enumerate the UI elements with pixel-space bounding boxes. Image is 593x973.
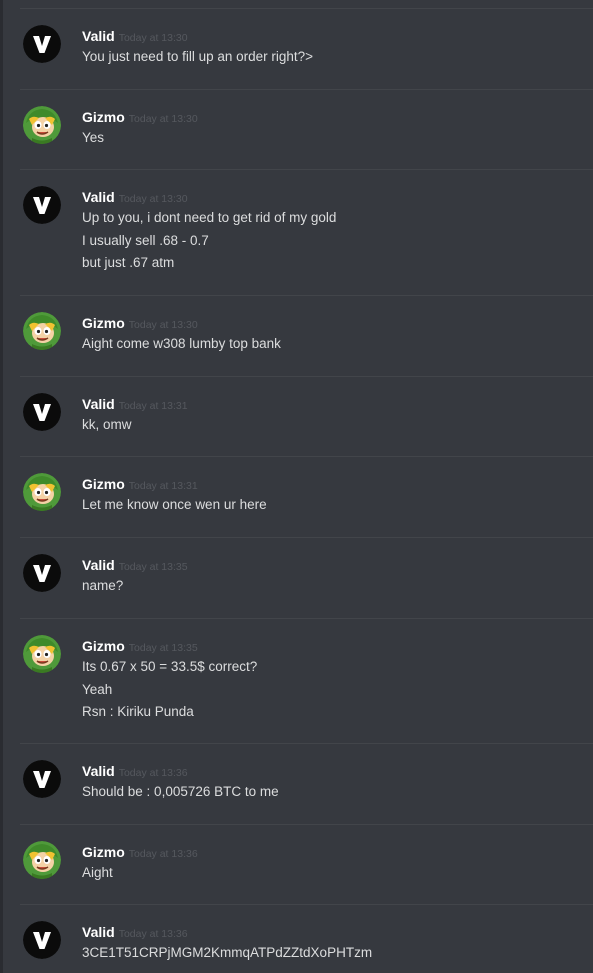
timestamp: Today at 13:36 [118,928,188,940]
message-header: Gizmo Today at 13:30 [82,109,198,127]
timestamp: Today at 13:30 [128,319,198,331]
message-text: Its 0.67 x 50 = 33.5$ correct? [82,659,258,674]
author-name[interactable]: Valid [82,557,115,573]
gizmo-avatar[interactable] [23,312,61,350]
cartoon-elf-icon [23,312,61,350]
message-divider [20,743,593,744]
v-logo-icon [23,921,61,959]
message-text: Up to you, i dont need to get rid of my … [82,210,337,225]
message-text: Aight come w308 lumby top bank [82,336,281,351]
author-name[interactable]: Valid [82,396,115,412]
timestamp: Today at 13:30 [128,113,198,125]
author-name[interactable]: Valid [82,28,115,44]
cartoon-elf-icon [23,841,61,879]
gizmo-avatar[interactable] [23,473,61,511]
valid-avatar[interactable] [23,921,61,959]
message-text: 3CE1T51CRPjMGM2KmmqATPdZZtdXoPHTzm [82,945,373,960]
valid-avatar[interactable] [23,760,61,798]
message-header: Gizmo Today at 13:36 [82,844,198,862]
timestamp: Today at 13:30 [118,193,188,205]
timestamp: Today at 13:35 [128,642,198,654]
v-logo-icon [23,25,61,63]
message-header: Valid Today at 13:30 [82,189,188,207]
timestamp: Today at 13:36 [128,848,198,860]
message-text: kk, omw [82,417,132,432]
valid-avatar[interactable] [23,25,61,63]
v-logo-icon [23,393,61,431]
top-divider [20,8,593,9]
timestamp: Today at 13:31 [118,400,188,412]
author-name[interactable]: Gizmo [82,315,125,331]
timestamp: Today at 13:35 [118,561,188,573]
author-name[interactable]: Valid [82,924,115,940]
message-header: Valid Today at 13:35 [82,557,188,575]
message-text: Rsn : Kiriku Punda [82,704,194,719]
message-text: Yeah [82,681,113,697]
timestamp: Today at 13:36 [118,767,188,779]
chat-messages: Valid Today at 13:30 You just need to fill… [0,0,593,973]
message-divider [20,537,593,538]
cartoon-elf-icon [23,635,61,673]
author-name[interactable]: Gizmo [82,844,125,860]
timestamp: Today at 13:31 [128,480,198,492]
v-logo-icon [23,760,61,798]
message-text: You just need to fill up an order right?… [82,49,314,64]
message-text: Let me know once wen ur here [82,497,267,512]
valid-avatar[interactable] [23,186,61,224]
message-text: I usually sell .68 - 0.7 [82,232,209,248]
message-header: Valid Today at 13:30 [82,28,188,46]
left-border [0,0,3,973]
cartoon-elf-icon [23,106,61,144]
author-name[interactable]: Gizmo [82,109,125,125]
message-header: Valid Today at 13:31 [82,396,188,414]
timestamp: Today at 13:30 [118,32,188,44]
message-divider [20,456,593,457]
message-header: Valid Today at 13:36 [82,924,188,942]
message-divider [20,89,593,90]
message-text: Aight [82,865,113,880]
v-logo-icon [23,554,61,592]
message-divider [20,169,593,170]
message-header: Gizmo Today at 13:31 [82,476,198,494]
message-divider [20,376,593,377]
message-header: Gizmo Today at 13:35 [82,638,198,656]
author-name[interactable]: Gizmo [82,476,125,492]
author-name[interactable]: Gizmo [82,638,125,654]
gizmo-avatar[interactable] [23,635,61,673]
message-divider [20,295,593,296]
gizmo-avatar[interactable] [23,106,61,144]
message-divider [20,824,593,825]
message-divider [20,618,593,619]
valid-avatar[interactable] [23,393,61,431]
message-divider [20,904,593,905]
valid-avatar[interactable] [23,554,61,592]
v-logo-icon [23,186,61,224]
author-name[interactable]: Valid [82,189,115,205]
message-text: name? [82,578,124,593]
cartoon-elf-icon [23,473,61,511]
author-name[interactable]: Valid [82,763,115,779]
gizmo-avatar[interactable] [23,841,61,879]
message-text: Yes [82,130,105,145]
message-text: but just .67 atm [82,255,175,270]
message-text: Should be : 0,005726 BTC to me [82,784,279,799]
message-header: Gizmo Today at 13:30 [82,315,198,333]
message-header: Valid Today at 13:36 [82,763,188,781]
